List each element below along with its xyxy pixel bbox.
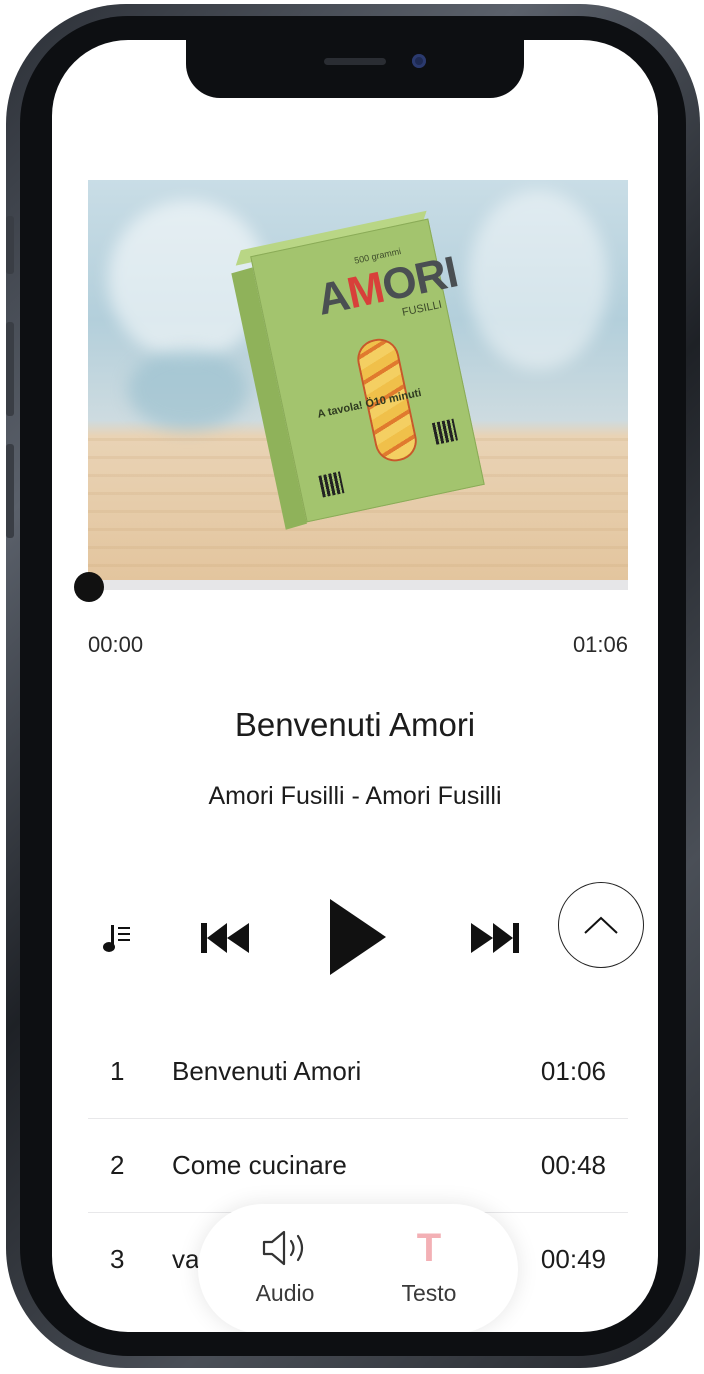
album-cover: 500 grammi AMORI FUSILLI A tavola! Ö10 m… <box>88 180 628 580</box>
track-duration: 00:49 <box>540 1244 606 1274</box>
divider <box>88 1118 628 1119</box>
app-screen: 500 grammi AMORI FUSILLI A tavola! Ö10 m… <box>52 40 658 1332</box>
track-name: Come cucinare <box>172 1150 347 1180</box>
tab-testo-label: Testo <box>401 1280 457 1306</box>
playlist-icon[interactable] <box>100 916 140 960</box>
track-subtitle: Amori Fusilli - Amori Fusilli <box>208 782 502 810</box>
track-name: va <box>172 1244 200 1274</box>
total-time: 01:06 <box>572 632 628 657</box>
skip-forward-icon[interactable] <box>464 916 526 960</box>
track-number: 3 <box>110 1244 125 1274</box>
expand-player-button[interactable] <box>558 882 644 968</box>
box-brand-logo: AMORI <box>312 247 462 325</box>
track-duration: 01:06 <box>540 1056 606 1086</box>
track-list-item[interactable]: 2 Come cucinare 00:48 <box>88 1120 628 1214</box>
earpiece-speaker <box>324 58 386 65</box>
qr-code-icon <box>431 418 458 445</box>
notch <box>186 40 524 98</box>
current-time: 00:00 <box>88 632 144 657</box>
track-number: 2 <box>110 1150 125 1180</box>
tab-audio-label: Audio <box>255 1280 315 1306</box>
track-number: 1 <box>110 1056 125 1086</box>
track-duration: 00:48 <box>540 1150 606 1180</box>
tab-testo[interactable]: T Testo <box>374 1224 484 1324</box>
side-button-silent <box>6 216 14 274</box>
play-icon[interactable] <box>322 892 392 982</box>
track-list-item[interactable]: 1 Benvenuti Amori 01:06 <box>88 1026 628 1120</box>
tab-audio[interactable]: Audio <box>230 1224 340 1324</box>
text-icon: T <box>416 1226 442 1270</box>
chevron-up-icon <box>584 916 618 934</box>
track-name: Benvenuti Amori <box>172 1056 362 1086</box>
bottom-tab-bar: Audio T Testo <box>198 1204 518 1332</box>
progress-handle[interactable] <box>74 572 104 602</box>
qr-code-icon <box>318 471 345 498</box>
side-button-volume-down <box>6 444 14 538</box>
front-camera <box>412 54 426 68</box>
progress-bar[interactable] <box>88 580 628 590</box>
side-button-volume-up <box>6 322 14 416</box>
speaker-icon <box>230 1228 340 1268</box>
skip-back-icon[interactable] <box>194 916 256 960</box>
track-title: Benvenuti Amori <box>234 706 476 743</box>
